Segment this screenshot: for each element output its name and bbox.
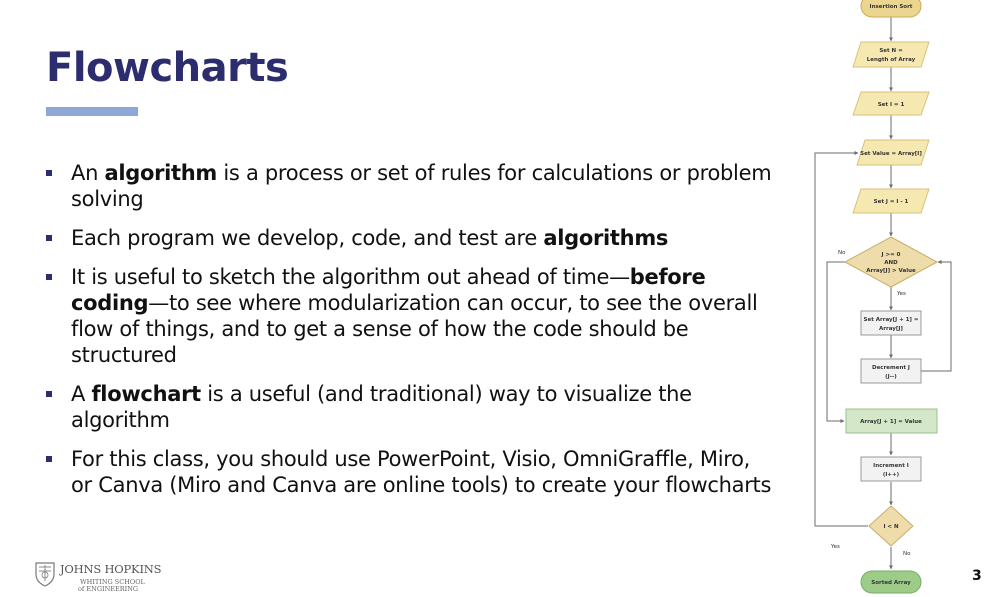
slide-title: Flowcharts [46, 45, 289, 91]
node-set-n: Set N = Length of Array [852, 41, 930, 68]
edge-label-condition-no: No [838, 250, 846, 256]
node-increment: Increment I (I++) [860, 456, 922, 482]
node-set-i-label: Set I = 1 [878, 102, 905, 108]
edge-label-loop-no: No [903, 551, 911, 557]
bullet-text: —to see where modularization can occur, … [71, 291, 758, 367]
bullet-text: An [71, 161, 105, 185]
node-increment-label-2: (I++) [883, 472, 900, 478]
bullet-bold-text: flowchart [91, 382, 201, 406]
title-underline-bar [46, 107, 138, 116]
node-set-i: Set I = 1 [852, 91, 930, 116]
node-end-label: Sorted Array [871, 580, 911, 586]
bullet-item: Each program we develop, code, and test … [46, 225, 776, 251]
node-shift-label-1: Set Array[J + 1] = [864, 317, 919, 323]
node-set-n-label-2: Length of Array [867, 57, 916, 63]
insertion-sort-flowchart: Insertion Sort Set N = Length of Array S… [814, 0, 952, 594]
edge-label-condition-yes: Yes [896, 291, 906, 297]
jhu-logo: JOHNS HOPKINS WHITING SCHOOL of ENGINEER… [34, 561, 164, 593]
node-shift: Set Array[J + 1] = Array[J] [860, 310, 922, 336]
node-condition: J >= 0 AND Array[J] > Value [843, 236, 939, 288]
logo-line-1: JOHNS HOPKINS [60, 562, 162, 576]
node-set-j-label: Set J = I - 1 [874, 199, 909, 205]
node-start: Insertion Sort [860, 0, 922, 18]
node-loop-condition-label: I < N [883, 524, 898, 530]
node-condition-label-1: J >= 0 [881, 252, 901, 258]
shield-icon [35, 562, 55, 587]
edge-condition-no-to-assign [826, 261, 851, 423]
node-set-value: Set Value = Array[I] [856, 139, 930, 166]
node-set-value-label: Set Value = Array[I] [860, 151, 922, 157]
page-number: 3 [972, 568, 982, 584]
node-condition-label-3: Array[J] > Value [866, 268, 916, 274]
node-end: Sorted Array [860, 570, 922, 594]
node-start-label: Insertion Sort [870, 4, 913, 10]
bullet-text: It is useful to sketch the algorithm out… [71, 265, 630, 289]
edge-decrement-back-to-condition [920, 260, 952, 372]
node-shift-label-2: Array[J] [879, 326, 903, 332]
logo-line-3: of ENGINEERING [78, 585, 139, 593]
node-set-j: Set J = I - 1 [852, 188, 930, 214]
node-increment-label-1: Increment I [873, 463, 909, 469]
edge-label-loop-yes: Yes [830, 544, 840, 550]
slide: Flowcharts An algorithm is a process or … [0, 0, 993, 597]
bullet-bold-text: algorithm [104, 161, 218, 185]
bullet-text: A [71, 382, 92, 406]
node-set-n-label-1: Set N = [879, 48, 903, 54]
bullet-item: A flowchart is a useful (and traditional… [46, 381, 776, 433]
node-loop-condition: I < N [868, 505, 914, 547]
bullet-item: It is useful to sketch the algorithm out… [46, 264, 776, 368]
bullet-text: Each program we develop, code, and test … [71, 226, 544, 250]
node-decrement-label-1: Decrement J [872, 365, 910, 371]
bullet-bold-text: algorithms [543, 226, 669, 250]
node-condition-label-2: AND [884, 260, 898, 266]
bullet-list: An algorithm is a process or set of rule… [46, 160, 776, 511]
bullet-item: For this class, you should use PowerPoin… [46, 446, 776, 498]
bullet-item: An algorithm is a process or set of rule… [46, 160, 776, 212]
node-assign: Array[J + 1] = Value [845, 408, 938, 434]
node-assign-label: Array[J + 1] = Value [860, 419, 922, 425]
node-decrement: Decrement J (J--) [860, 358, 922, 384]
node-decrement-label-2: (J--) [885, 374, 897, 380]
bullet-text: For this class, you should use PowerPoin… [71, 447, 772, 497]
